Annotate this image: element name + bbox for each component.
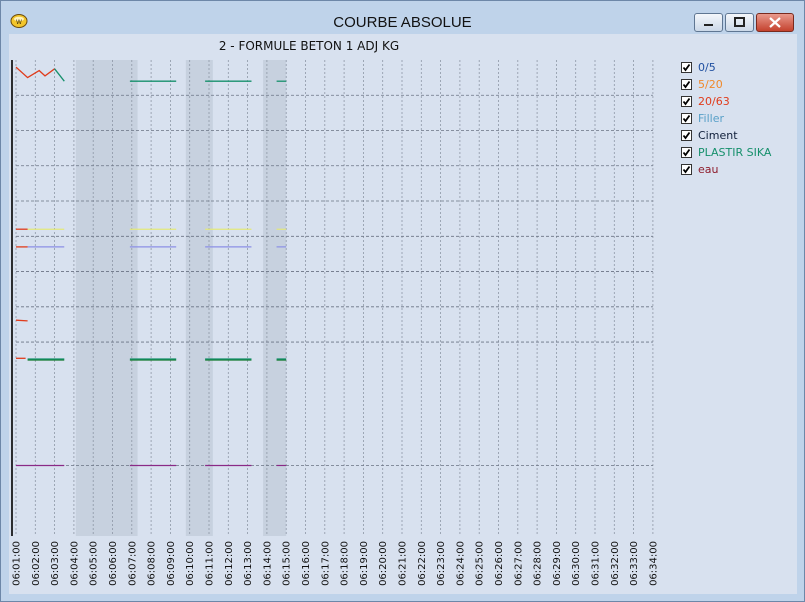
x-tick-label: 06:17:00 xyxy=(320,541,331,586)
x-tick-label: 06:07:00 xyxy=(127,541,138,586)
legend-label: 0/5 xyxy=(698,61,716,74)
close-icon xyxy=(769,17,781,28)
x-tick-label: 06:04:00 xyxy=(69,541,80,586)
minimize-icon xyxy=(704,24,713,26)
x-tick-label: 06:21:00 xyxy=(398,541,409,586)
x-tick-label: 06:27:00 xyxy=(513,541,524,586)
chart-title: 2 - FORMULE BETON 1 ADJ KG xyxy=(218,39,400,53)
plot[interactable]: 06:01:00 06:02:00 06:03:00 06:04:00 06:05:00… xyxy=(9,34,797,594)
x-tick-label: 06:02:00 xyxy=(31,541,42,586)
x-tick-label: 06:12:00 xyxy=(224,541,235,586)
legend-checkbox[interactable] xyxy=(681,113,692,124)
x-tick-label: 06:31:00 xyxy=(591,541,602,586)
legend-label: Ciment xyxy=(698,129,738,142)
legend-checkbox[interactable] xyxy=(681,79,692,90)
x-tick-label: 06:11:00 xyxy=(205,541,216,586)
legend-label: 5/20 xyxy=(698,78,723,91)
x-tick-label: 06:22:00 xyxy=(417,541,428,586)
x-tick-label: 06:16:00 xyxy=(301,541,312,586)
legend-checkbox[interactable] xyxy=(681,164,692,175)
x-tick-label: 06:20:00 xyxy=(378,541,389,586)
legend-checkbox[interactable] xyxy=(681,130,692,141)
x-tick-label: 06:18:00 xyxy=(340,541,351,586)
x-tick-label: 06:15:00 xyxy=(282,541,293,586)
x-tick-label: 06:10:00 xyxy=(185,541,196,586)
legend-checkbox[interactable] xyxy=(681,96,692,107)
x-tick-label: 06:32:00 xyxy=(610,541,621,586)
x-tick-label: 06:08:00 xyxy=(147,541,158,586)
legend-label: 20/63 xyxy=(698,95,730,108)
x-tick-label: 06:19:00 xyxy=(359,541,370,586)
maximize-button[interactable] xyxy=(725,13,754,32)
legend-label: eau xyxy=(698,163,719,176)
x-tick-label: 06:13:00 xyxy=(243,541,254,586)
x-tick-label: 06:09:00 xyxy=(166,541,177,586)
x-tick-label: 06:24:00 xyxy=(455,541,466,586)
x-tick-label: 06:29:00 xyxy=(552,541,563,586)
x-tick-label: 06:26:00 xyxy=(494,541,505,586)
title-bar[interactable]: W COURBE ABSOLUE xyxy=(1,1,804,33)
x-tick-label: 06:33:00 xyxy=(629,541,640,586)
close-button[interactable] xyxy=(756,13,794,32)
legend-checkbox[interactable] xyxy=(681,62,692,73)
maximize-icon xyxy=(734,17,745,27)
legend-label: PLASTIR SIKA xyxy=(698,146,772,159)
chart-area: 06:01:00 06:02:00 06:03:00 06:04:00 06:05:00… xyxy=(9,34,797,594)
shaded-range xyxy=(75,60,138,536)
x-tick-label: 06:30:00 xyxy=(571,541,582,586)
x-tick-label: 06:23:00 xyxy=(436,541,447,586)
app-window: W COURBE ABSOLUE 06:01:00 06:02:00 06:03:0… xyxy=(0,0,805,602)
x-tick-label: 06:14:00 xyxy=(262,541,273,586)
x-tick-label: 06:05:00 xyxy=(89,541,100,586)
series-line-3 xyxy=(15,319,28,322)
legend-label: Filler xyxy=(698,112,724,125)
x-tick-label: 06:01:00 xyxy=(12,541,23,586)
x-tick-label: 06:28:00 xyxy=(533,541,544,586)
x-tick-label: 06:06:00 xyxy=(108,541,119,586)
legend-checkbox[interactable] xyxy=(681,147,692,158)
series-line-6 xyxy=(54,68,65,82)
x-tick-label: 06:34:00 xyxy=(648,541,659,586)
window-title: COURBE ABSOLUE xyxy=(333,14,472,31)
x-tick-label: 06:03:00 xyxy=(50,541,61,586)
minimize-button[interactable] xyxy=(694,13,723,32)
x-tick-label: 06:25:00 xyxy=(475,541,486,586)
